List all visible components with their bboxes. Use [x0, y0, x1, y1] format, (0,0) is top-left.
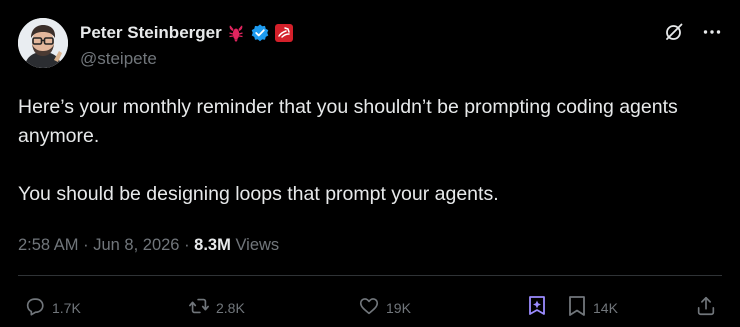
meta-separator: · [184, 236, 190, 254]
tweet-paragraph: Here’s your monthly reminder that you sh… [18, 96, 678, 147]
bookmark-icon [567, 295, 587, 320]
meta-separator: · [83, 236, 89, 254]
tweet-paragraph: You should be designing loops that promp… [18, 183, 499, 205]
author-handle[interactable]: @steipete [80, 47, 157, 71]
author-name-row: Peter Steinberger [80, 21, 294, 45]
tweet-action-bar: 1.7K 2.8K 19K 14K [0, 287, 740, 325]
bookmark-count: 14K [593, 299, 618, 316]
like-count: 19K [386, 299, 411, 316]
grok-analyze-button[interactable] [527, 295, 547, 320]
author-display-name[interactable]: Peter Steinberger [80, 21, 222, 45]
share-icon [695, 295, 717, 320]
tweet-date[interactable]: Jun 8, 2026 [93, 236, 179, 254]
like-button[interactable]: 19K [358, 295, 411, 320]
affiliate-badge-icon[interactable] [274, 23, 294, 43]
tweet-text: Here’s your monthly reminder that you sh… [18, 93, 718, 209]
reply-button[interactable]: 1.7K [24, 295, 81, 320]
repost-icon [188, 295, 210, 320]
tweet-top-actions [664, 22, 722, 42]
heart-icon [358, 295, 380, 320]
repost-button[interactable]: 2.8K [188, 295, 245, 320]
reply-count: 1.7K [52, 299, 81, 316]
tweet-meta: 2:58 AM · Jun 8, 2026 · 8.3M Views [18, 233, 279, 257]
reply-icon [24, 295, 46, 320]
avatar[interactable] [18, 18, 68, 68]
grok-analyze-icon [527, 295, 547, 320]
verified-badge-icon[interactable] [250, 23, 270, 43]
views-label: Views [235, 236, 280, 254]
divider [18, 275, 722, 276]
lobster-icon [226, 23, 246, 43]
more-options-icon[interactable] [702, 22, 722, 42]
grok-icon[interactable] [664, 22, 684, 42]
share-button[interactable] [695, 295, 717, 320]
tweet-time[interactable]: 2:58 AM [18, 236, 79, 254]
views-count: 8.3M [194, 236, 231, 254]
bookmark-button[interactable]: 14K [567, 295, 618, 320]
tweet-card: Peter Steinberger @steipete Here’s your … [0, 0, 740, 327]
avatar-photo [18, 18, 68, 68]
repost-count: 2.8K [216, 299, 245, 316]
